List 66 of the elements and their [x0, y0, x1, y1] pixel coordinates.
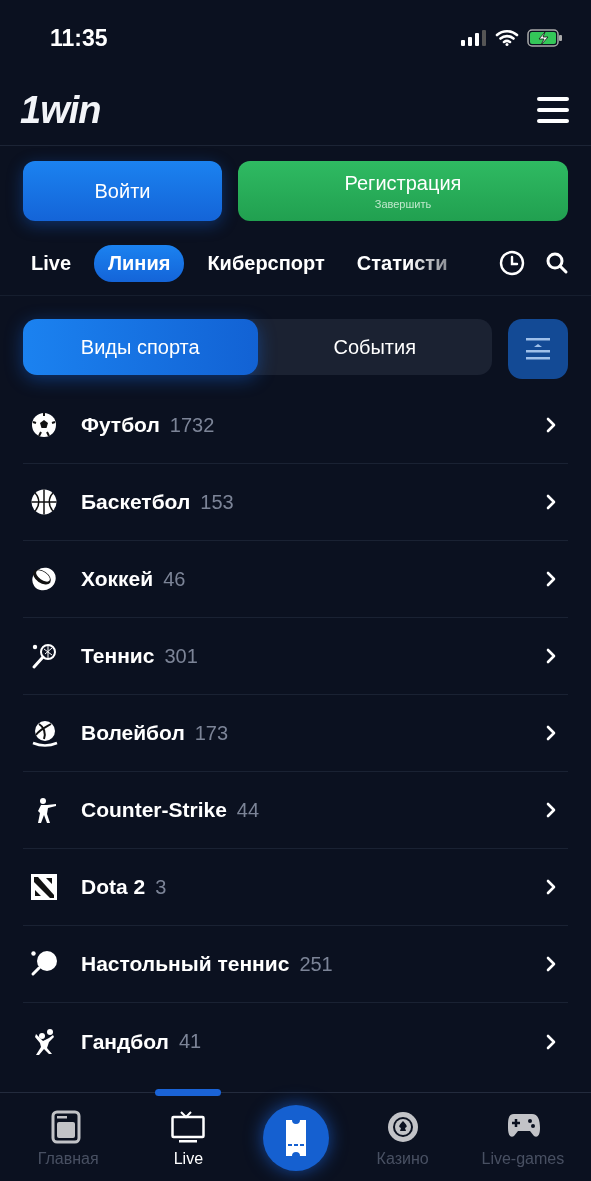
chevron-icon [546, 725, 556, 741]
sport-row[interactable]: Баскетбол 153 [23, 464, 568, 541]
tab[interactable]: Live [22, 244, 81, 282]
search-icon[interactable] [545, 251, 569, 275]
segmented-control[interactable]: Виды спорта События [23, 319, 492, 375]
event-count: 41 [178, 1030, 203, 1053]
sport-name: Футбол [81, 413, 160, 437]
bet-slip-button[interactable] [262, 1105, 329, 1171]
sport-name: Хоккей [81, 567, 154, 591]
event-count: 44 [236, 798, 261, 822]
chevron-icon [546, 417, 556, 433]
sport-name: Настольный теннис [81, 952, 290, 976]
sport-name: Dota 2 [81, 875, 146, 899]
segment-tab[interactable]: Виды спорта [23, 319, 258, 375]
collapse-button[interactable] [508, 319, 568, 379]
chevron-icon [546, 1033, 556, 1050]
hockey-icon [30, 565, 58, 593]
sport-name: Counter-Strike [81, 798, 227, 822]
sport-row[interactable]: Теннис 301 [23, 618, 568, 695]
sport-row[interactable]: Волейбол 173 [23, 695, 568, 772]
wifi-icon [495, 29, 519, 46]
moba-icon [30, 873, 58, 901]
sport-row[interactable]: Гандбол 41 [23, 1003, 568, 1080]
tv-icon [171, 1110, 206, 1144]
menu-icon [537, 96, 569, 124]
ticket-icon [283, 1120, 308, 1156]
sport-name: Теннис [81, 644, 155, 668]
battery-icon [527, 28, 563, 47]
sport-name: Баскетбол [81, 490, 191, 514]
event-count: 153 [200, 490, 235, 514]
sport-row[interactable]: Настольный теннис 251 [23, 926, 568, 1003]
signal-icon [461, 29, 487, 46]
event-count: 301 [164, 644, 199, 668]
event-count: 46 [163, 567, 187, 591]
logo[interactable]: 1win [20, 88, 101, 132]
tab[interactable]: Линия [94, 244, 185, 282]
chevron-icon [546, 494, 556, 510]
chevron-icon [546, 802, 556, 818]
segment-tab[interactable]: События [257, 319, 492, 375]
chevron-icon [546, 956, 556, 972]
sport-row[interactable]: Футбол 1732 [23, 387, 568, 464]
event-count: 173 [194, 721, 230, 745]
chevron-icon [546, 879, 556, 895]
tab[interactable]: Киберспорт [198, 244, 334, 282]
event-count: 251 [299, 952, 334, 976]
tab[interactable]: Статисти [347, 244, 457, 282]
event-count: 3 [155, 875, 168, 899]
basketball-icon [30, 488, 58, 516]
event-count: 1732 [169, 413, 216, 437]
chevron-icon [546, 648, 556, 664]
clock-time: 11:35 [50, 25, 108, 52]
collapse-icon [526, 338, 550, 360]
football-icon [30, 411, 58, 439]
poker-chip-icon [385, 1110, 420, 1144]
tennis-icon [30, 642, 58, 670]
sport-row[interactable]: Хоккей 46 [23, 541, 568, 618]
clock-icon[interactable] [499, 250, 525, 276]
menu-button[interactable] [537, 96, 569, 124]
sport-row[interactable]: Counter-Strike 44 [23, 772, 568, 849]
login-button[interactable]: Войти [23, 161, 222, 221]
sport-row[interactable]: Dota 2 3 [23, 849, 568, 926]
sport-name: Гандбол [81, 1029, 169, 1054]
pingpong-icon [30, 950, 58, 978]
volleyball-icon [30, 719, 58, 747]
chevron-icon [546, 571, 556, 587]
sport-name: Волейбол [81, 721, 185, 745]
